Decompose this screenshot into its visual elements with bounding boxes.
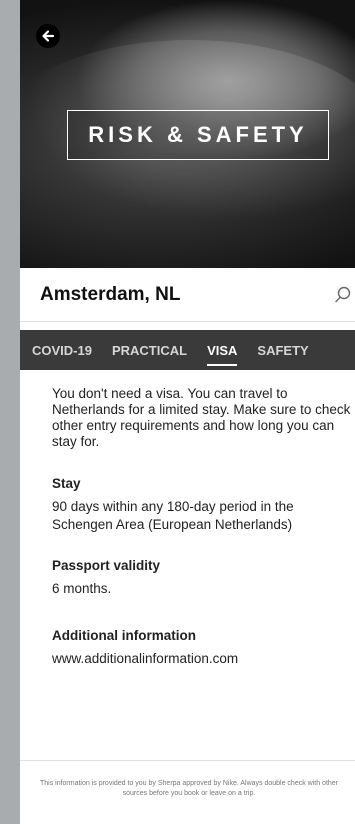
search-icon[interactable] [333,285,353,305]
stay-text: 90 days within any 180-day period in the… [52,499,294,532]
tab-bar: COVID-19 PRACTICAL VISA SAFETY [20,330,355,370]
location-bar: Amsterdam, NL [20,268,355,322]
additional-info-link[interactable]: www.additionalinformation.com [52,650,352,668]
stay-heading: Stay [52,476,81,491]
tab-covid-19[interactable]: COVID-19 [32,330,92,370]
tab-safety[interactable]: SAFETY [257,330,308,370]
back-button[interactable] [36,24,60,48]
tab-practical[interactable]: PRACTICAL [112,330,187,370]
visa-intro: You don't need a visa. You can travel to… [52,386,351,449]
hero-title: RISK & SAFETY [67,110,329,160]
location-name: Amsterdam, NL [40,283,181,305]
passport-validity-text: 6 months. [52,581,112,596]
app-screen: RISK & SAFETY Amsterdam, NL COVID-19 PRA… [20,0,355,824]
passport-validity-heading: Passport validity [52,558,161,573]
arrow-left-icon [42,30,55,42]
hero-image: RISK & SAFETY [20,0,355,268]
divider [20,760,355,761]
additional-info-heading: Additional information [52,628,196,643]
tab-visa[interactable]: VISA [207,330,238,370]
visa-content: You don't need a visa. You can travel to… [52,386,352,668]
disclaimer-text: This information is provided to you by S… [39,780,339,797]
